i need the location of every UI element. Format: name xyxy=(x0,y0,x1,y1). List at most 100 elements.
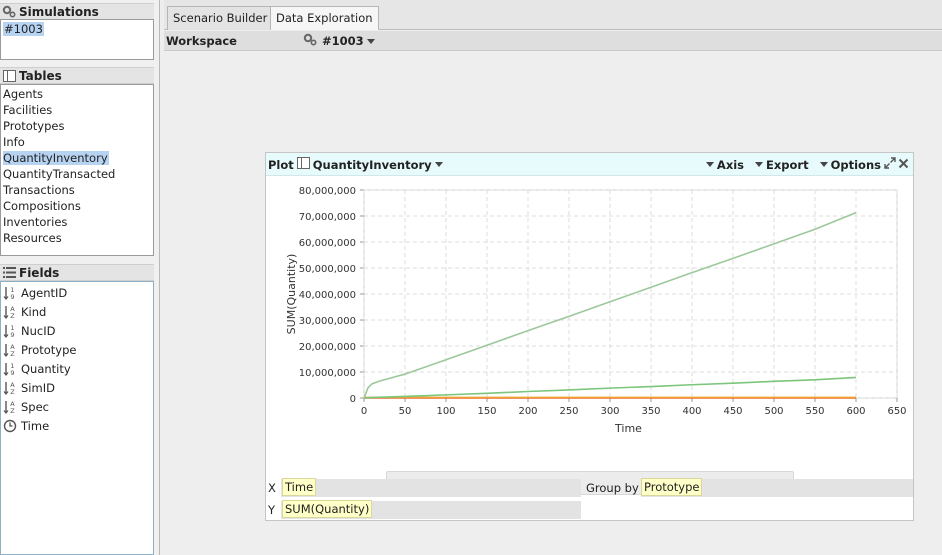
options-menu[interactable]: Options xyxy=(817,158,881,172)
close-icon[interactable] xyxy=(898,158,909,172)
y-tick-label: 70,000,000 xyxy=(299,212,356,223)
table-list-item[interactable]: Prototypes xyxy=(1,118,153,134)
tab-data-exploration[interactable]: Data Exploration xyxy=(270,6,379,30)
plot-table-label: QuantityInventory xyxy=(312,157,432,172)
expand-icon[interactable] xyxy=(884,157,896,172)
workspace-simulation-dropdown[interactable]: #1003 xyxy=(303,33,378,49)
table-list-item[interactable]: Info xyxy=(1,134,153,150)
simulations-title: Simulations xyxy=(19,4,99,19)
y-label: Y xyxy=(268,503,276,517)
workspace-bar: Workspace #1003 xyxy=(164,31,942,51)
x-tick-label: 200 xyxy=(518,406,537,417)
plot-table-dropdown[interactable]: QuantityInventory xyxy=(313,158,446,172)
table-list-item-label: Inventories xyxy=(3,215,68,229)
field-list-item[interactable]: 1 9 NucID xyxy=(1,321,153,340)
table-icon xyxy=(296,157,310,172)
table-list-item[interactable]: QuantityInventory xyxy=(1,150,153,166)
y-drop-zone[interactable]: SUM(Quantity) xyxy=(281,500,581,519)
y-tick-label: 0 xyxy=(350,394,356,405)
field-list-item[interactable]: A Z SimID xyxy=(1,378,153,397)
table-list-item[interactable]: Inventories xyxy=(1,214,153,230)
clock-icon xyxy=(3,418,19,434)
table-list-item-label: QuantityInventory xyxy=(3,151,109,165)
list-icon xyxy=(2,266,16,279)
alpha-sort-icon: AZ xyxy=(3,399,19,415)
gears-icon xyxy=(2,5,16,18)
svg-text:Z: Z xyxy=(10,312,15,320)
field-list-item[interactable]: 1 9 AgentID xyxy=(1,283,153,302)
field-list-item-label: Quantity xyxy=(21,361,71,376)
chevron-down-icon xyxy=(434,162,443,167)
group-by-drop-zone[interactable]: Prototype xyxy=(641,478,913,497)
table-list-item-label: Transactions xyxy=(3,183,75,197)
fields-title: Fields xyxy=(19,265,60,280)
x-tick-label: 150 xyxy=(477,406,496,417)
gears-icon xyxy=(303,33,317,49)
x-tick-label: 300 xyxy=(600,406,619,417)
x-label: X xyxy=(268,481,276,495)
axis-menu-label: Axis xyxy=(716,157,745,172)
chevron-down-icon xyxy=(705,162,714,167)
field-list-item[interactable]: A Z Prototype xyxy=(1,340,153,359)
y-tick-label: 60,000,000 xyxy=(299,238,356,249)
plot-window[interactable]: Plot QuantityInventory Axis Export Optio… xyxy=(265,152,914,521)
table-list-item-label: Resources xyxy=(3,231,62,245)
alpha-sort-icon: AZ xyxy=(3,380,19,396)
svg-text:9: 9 xyxy=(10,293,14,301)
chevron-down-icon xyxy=(366,38,375,44)
table-list-item[interactable]: Transactions xyxy=(1,182,153,198)
simulation-item[interactable]: #1003 xyxy=(3,22,44,36)
x-tick-label: 50 xyxy=(399,406,412,417)
tables-header: Tables xyxy=(0,67,154,84)
table-list-item[interactable]: Compositions xyxy=(1,198,153,214)
field-list-item-label: Spec xyxy=(21,399,49,414)
field-list-item-label: SimID xyxy=(21,380,55,395)
y-tick-label: 30,000,000 xyxy=(299,316,356,327)
field-list-item[interactable]: Time xyxy=(1,416,153,435)
y-tick-label: 50,000,000 xyxy=(299,264,356,275)
table-list-item[interactable]: Facilities xyxy=(1,102,153,118)
field-list-item[interactable]: 1 9 Quantity xyxy=(1,359,153,378)
x-tick-label: 400 xyxy=(682,406,701,417)
x-tick-label: 500 xyxy=(764,406,783,417)
tables-title: Tables xyxy=(19,68,62,83)
fields-header: Fields xyxy=(0,264,154,281)
table-list-item[interactable]: Resources xyxy=(1,230,153,246)
export-menu[interactable]: Export xyxy=(752,158,809,172)
table-list-item-label: QuantityTransacted xyxy=(3,167,116,181)
x-tick-label: 600 xyxy=(846,406,865,417)
options-menu-label: Options xyxy=(830,157,881,172)
svg-text:Z: Z xyxy=(10,407,15,415)
table-list-item[interactable]: Agents xyxy=(1,86,153,102)
numeric-sort-icon: 19 xyxy=(3,285,19,301)
table-list-item-label: Prototypes xyxy=(3,119,65,133)
chevron-down-icon xyxy=(755,162,764,167)
simulations-list: #1003 xyxy=(0,19,154,60)
y-tick-label: 40,000,000 xyxy=(299,290,356,301)
group-by-pill[interactable]: Prototype xyxy=(641,478,703,496)
x-tick-label: 0 xyxy=(361,406,367,417)
field-list-item[interactable]: A Z Kind xyxy=(1,302,153,321)
x-tick-label: 100 xyxy=(436,406,455,417)
table-list-item-label: Facilities xyxy=(3,103,53,117)
chevron-down-icon xyxy=(819,162,828,167)
alpha-sort-icon: AZ xyxy=(3,304,19,320)
x-tick-label: 350 xyxy=(641,406,660,417)
tab-scenario-builder[interactable]: Scenario Builder xyxy=(167,6,274,30)
x-field-pill[interactable]: Time xyxy=(282,478,317,496)
table-list-item-label: Compositions xyxy=(3,199,81,213)
y-tick-label: 80,000,000 xyxy=(299,186,356,197)
svg-text:9: 9 xyxy=(10,369,14,377)
table-list-item[interactable]: QuantityTransacted xyxy=(1,166,153,182)
workspace-simulation-label: #1003 xyxy=(322,34,364,48)
x-drop-zone[interactable]: Time xyxy=(281,478,581,497)
alpha-sort-icon: AZ xyxy=(3,342,19,358)
y-field-pill[interactable]: SUM(Quantity) xyxy=(282,500,373,518)
simulations-header: Simulations xyxy=(0,3,154,20)
plot-title: Plot xyxy=(268,157,294,172)
export-menu-label: Export xyxy=(766,157,809,172)
axis-menu[interactable]: Axis xyxy=(703,158,744,172)
field-list-item-label: AgentID xyxy=(21,285,68,300)
field-list-item[interactable]: A Z Spec xyxy=(1,397,153,416)
x-tick-label: 650 xyxy=(887,406,906,417)
